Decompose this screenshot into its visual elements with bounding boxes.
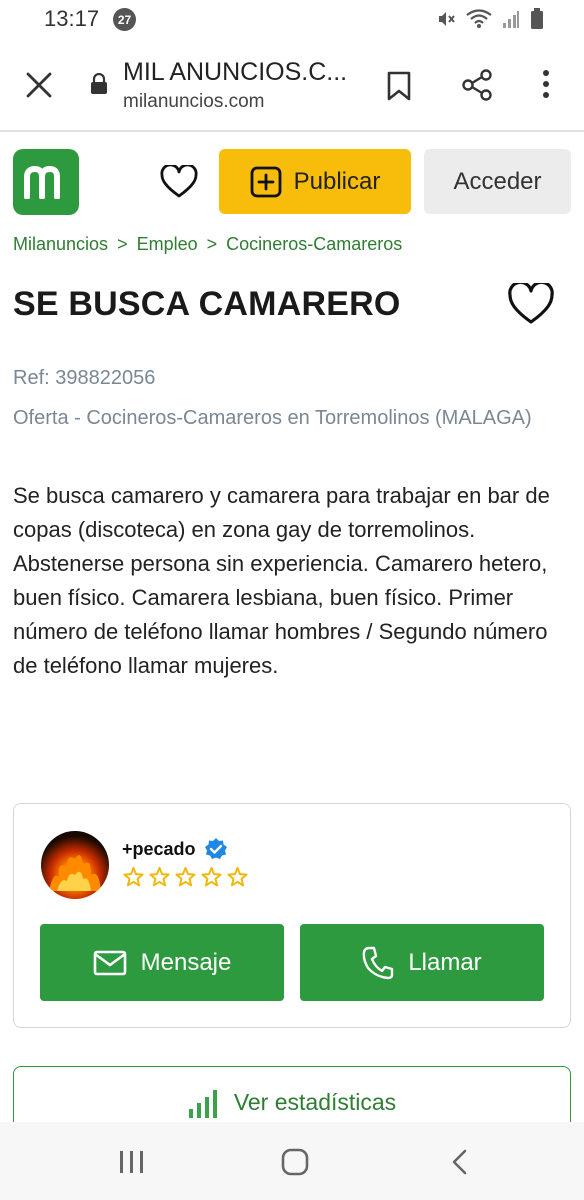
- close-icon[interactable]: [22, 68, 56, 102]
- status-bar: 13:17 27: [0, 0, 584, 40]
- browser-url[interactable]: milanuncios.com: [123, 91, 265, 113]
- notification-count-badge: 27: [113, 8, 136, 31]
- ad-description: Se busca camarero y camarera para trabaj…: [13, 483, 550, 678]
- mute-icon: [439, 12, 455, 26]
- breadcrumb-item-cocineros-camareros[interactable]: Cocineros-Camareros: [226, 234, 402, 254]
- logo-m-icon: [24, 165, 60, 199]
- battery-icon: [531, 8, 543, 29]
- call-label: Llamar: [408, 948, 482, 976]
- star-outline-icon: [149, 866, 170, 887]
- ad-offer-category: Oferta - Cocineros-Camareros en Torremol…: [13, 407, 532, 429]
- status-time: 13:17: [44, 6, 100, 31]
- flames-icon: [49, 855, 101, 891]
- star-outline-icon: [175, 866, 196, 887]
- view-stats-label: Ver estadísticas: [233, 1089, 397, 1115]
- seller-card: +pecado Mensaje Llamar: [13, 803, 571, 1028]
- publish-button[interactable]: Publicar: [219, 149, 411, 214]
- message-label: Mensaje: [140, 948, 232, 976]
- bar-chart-icon: [188, 1090, 217, 1118]
- phone-icon: [362, 946, 394, 979]
- mail-icon: [93, 950, 126, 975]
- system-navigation-bar: [0, 1122, 584, 1200]
- plus-square-icon: [250, 166, 282, 197]
- milanuncios-logo[interactable]: [13, 149, 79, 215]
- more-vert-icon[interactable]: [536, 68, 556, 102]
- ad-reference: Ref: 398822056: [13, 367, 156, 389]
- ad-title: SE BUSCA CAMARERO: [13, 285, 401, 323]
- share-icon[interactable]: [460, 68, 494, 102]
- back-icon[interactable]: [450, 1149, 468, 1175]
- seller-avatar[interactable]: [41, 831, 109, 899]
- lock-icon: [91, 73, 107, 94]
- star-outline-icon: [123, 866, 144, 887]
- wifi-icon: [466, 9, 492, 28]
- call-button[interactable]: Llamar: [300, 924, 544, 1001]
- breadcrumb-item-milanuncios[interactable]: Milanuncios: [13, 234, 108, 254]
- login-button[interactable]: Acceder: [424, 149, 571, 214]
- breadcrumb-separator: >: [117, 234, 128, 254]
- home-icon[interactable]: [281, 1148, 309, 1176]
- publish-label: Publicar: [293, 167, 381, 195]
- star-outline-icon: [227, 866, 248, 887]
- save-ad-heart-icon[interactable]: [508, 283, 554, 325]
- breadcrumb-item-empleo[interactable]: Empleo: [137, 234, 198, 254]
- signal-icon: [503, 11, 519, 28]
- recent-apps-icon[interactable]: [119, 1150, 145, 1174]
- verified-badge-icon: [205, 838, 227, 859]
- favorites-heart-icon[interactable]: [160, 165, 198, 199]
- breadcrumb-separator: >: [206, 234, 218, 254]
- browser-toolbar: MIL ANUNCIOS.C... milanuncios.com: [0, 40, 584, 132]
- status-icons: [436, 8, 544, 30]
- star-outline-icon: [201, 866, 222, 887]
- breadcrumb: Milanuncios > Empleo > Cocineros-Camarer…: [13, 234, 402, 255]
- message-button[interactable]: Mensaje: [40, 924, 284, 1001]
- seller-rating: [122, 866, 249, 888]
- browser-page-title: MIL ANUNCIOS.C...: [123, 58, 348, 86]
- bookmark-icon[interactable]: [385, 70, 413, 102]
- seller-name[interactable]: +pecado: [122, 839, 196, 860]
